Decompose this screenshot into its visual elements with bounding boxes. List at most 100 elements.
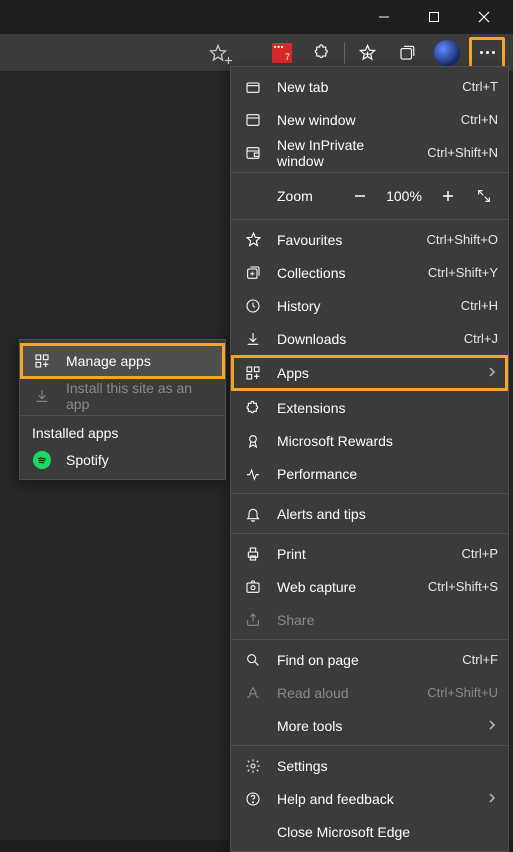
minimize-button[interactable] <box>369 2 399 32</box>
menu-item-label: Extensions <box>277 400 498 416</box>
zoom-in-button[interactable] <box>434 182 462 210</box>
menu-web-capture[interactable]: Web capture Ctrl+Shift+S <box>231 570 508 603</box>
menu-separator <box>231 493 508 494</box>
more-button[interactable] <box>469 37 505 69</box>
menu-alerts[interactable]: Alerts and tips <box>231 497 508 530</box>
menu-item-label: New window <box>277 112 447 128</box>
gear-icon <box>243 756 263 776</box>
menu-separator <box>231 172 508 173</box>
menu-item-label: Settings <box>277 758 498 774</box>
blank-icon <box>243 716 263 736</box>
menu-favourites[interactable]: Favourites Ctrl+Shift+O <box>231 223 508 256</box>
tab-icon <box>243 77 263 97</box>
menu-item-shortcut: Ctrl+Shift+Y <box>428 265 498 280</box>
menu-item-shortcut: Ctrl+H <box>461 298 498 313</box>
menu-close-edge[interactable]: Close Microsoft Edge <box>231 815 508 848</box>
star-icon <box>243 230 263 250</box>
menu-extensions[interactable]: Extensions <box>231 391 508 424</box>
add-favourite-icon[interactable] <box>200 37 236 69</box>
menu-item-label: History <box>277 298 447 314</box>
chevron-right-icon <box>482 365 498 381</box>
download-icon <box>243 329 263 349</box>
menu-collections[interactable]: Collections Ctrl+Shift+Y <box>231 256 508 289</box>
menu-separator <box>231 219 508 220</box>
menu-item-label: New tab <box>277 79 448 95</box>
history-icon <box>243 296 263 316</box>
menu-new-window[interactable]: New window Ctrl+N <box>231 103 508 136</box>
rewards-icon <box>243 431 263 451</box>
favourites-icon[interactable] <box>349 37 385 69</box>
capture-icon <box>243 577 263 597</box>
fullscreen-button[interactable] <box>470 182 498 210</box>
menu-new-tab[interactable]: New tab Ctrl+T <box>231 70 508 103</box>
menu-item-label: Manage apps <box>66 353 151 369</box>
installed-app-spotify[interactable]: Spotify <box>20 443 225 476</box>
menu-item-label: Alerts and tips <box>277 506 498 522</box>
close-window-button[interactable] <box>469 2 499 32</box>
extension-badge-count: 7 <box>285 52 290 62</box>
menu-item-label: More tools <box>277 718 468 734</box>
window-icon <box>243 110 263 130</box>
menu-item-shortcut: Ctrl+Shift+S <box>428 579 498 594</box>
profile-avatar[interactable] <box>429 37 465 69</box>
menu-item-label: Read aloud <box>277 685 413 701</box>
extension-badge[interactable]: ■ ■ ■7 <box>264 37 300 69</box>
submenu-install-site: Install this site as an app <box>20 379 225 412</box>
menu-separator <box>231 745 508 746</box>
menu-separator <box>231 533 508 534</box>
menu-item-shortcut: Ctrl+Shift+N <box>427 145 498 160</box>
menu-item-label: Install this site as an app <box>66 380 215 412</box>
menu-performance[interactable]: Performance <box>231 457 508 490</box>
menu-microsoft-rewards[interactable]: Microsoft Rewards <box>231 424 508 457</box>
printer-icon <box>243 544 263 564</box>
menu-item-shortcut: Ctrl+Shift+U <box>427 685 498 700</box>
extensions-icon[interactable] <box>304 37 340 69</box>
apps-submenu: Manage apps Install this site as an app … <box>19 339 226 480</box>
inprivate-icon <box>243 143 263 163</box>
bell-icon <box>243 504 263 524</box>
performance-icon <box>243 464 263 484</box>
zoom-label: Zoom <box>277 188 338 204</box>
read-aloud-icon <box>243 683 263 703</box>
menu-item-label: Collections <box>277 265 414 281</box>
menu-find[interactable]: Find on page Ctrl+F <box>231 643 508 676</box>
menu-item-shortcut: Ctrl+J <box>464 331 498 346</box>
search-icon <box>243 650 263 670</box>
collections-icon[interactable] <box>389 37 425 69</box>
menu-item-label: Web capture <box>277 579 414 595</box>
menu-item-shortcut: Ctrl+N <box>461 112 498 127</box>
spotify-icon <box>32 450 52 470</box>
help-icon <box>243 789 263 809</box>
apps-icon <box>32 351 52 371</box>
chevron-right-icon <box>482 718 498 734</box>
zoom-out-button[interactable] <box>346 182 374 210</box>
share-icon <box>243 610 263 630</box>
submenu-manage-apps[interactable]: Manage apps <box>20 343 225 379</box>
menu-item-label: Share <box>277 612 498 628</box>
menu-history[interactable]: History Ctrl+H <box>231 289 508 322</box>
menu-item-label: Close Microsoft Edge <box>277 824 498 840</box>
menu-item-label: Favourites <box>277 232 412 248</box>
menu-more-tools[interactable]: More tools <box>231 709 508 742</box>
menu-item-label: Print <box>277 546 448 562</box>
menu-apps[interactable]: Apps <box>231 355 508 391</box>
main-menu: New tab Ctrl+T New window Ctrl+N New InP… <box>230 66 509 852</box>
menu-settings[interactable]: Settings <box>231 749 508 782</box>
maximize-button[interactable] <box>419 2 449 32</box>
menu-print[interactable]: Print Ctrl+P <box>231 537 508 570</box>
menu-downloads[interactable]: Downloads Ctrl+J <box>231 322 508 355</box>
menu-share: Share <box>231 603 508 636</box>
menu-item-label: Find on page <box>277 652 448 668</box>
apps-icon <box>243 363 263 383</box>
chevron-right-icon <box>482 791 498 807</box>
menu-help[interactable]: Help and feedback <box>231 782 508 815</box>
menu-item-shortcut: Ctrl+F <box>462 652 498 667</box>
menu-new-inprivate[interactable]: New InPrivate window Ctrl+Shift+N <box>231 136 508 169</box>
menu-item-label: Downloads <box>277 331 450 347</box>
menu-separator <box>231 639 508 640</box>
menu-read-aloud: Read aloud Ctrl+Shift+U <box>231 676 508 709</box>
menu-item-shortcut: Ctrl+P <box>462 546 498 561</box>
menu-item-label: Spotify <box>66 452 109 468</box>
menu-item-shortcut: Ctrl+T <box>462 79 498 94</box>
puzzle-icon <box>243 398 263 418</box>
